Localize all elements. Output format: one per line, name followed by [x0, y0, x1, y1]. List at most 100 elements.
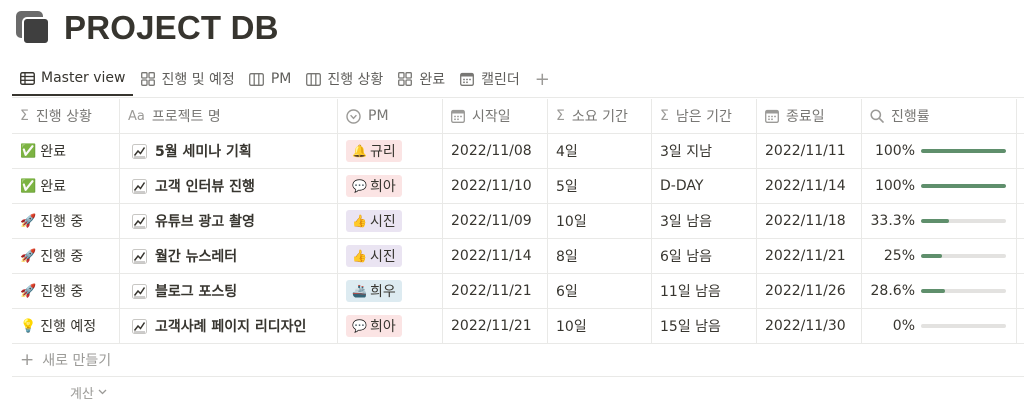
pm-cell[interactable]: 👍 시진	[338, 204, 443, 238]
progress-cell[interactable]: 100%	[862, 134, 1017, 168]
end-date-cell[interactable]: 2022/11/30	[757, 309, 862, 343]
pm-cell[interactable]: 🚢 희우	[338, 274, 443, 308]
column-header-duration[interactable]: Σ 소요 기간	[548, 99, 652, 133]
status-cell[interactable]: 💡 진행 예정	[12, 309, 120, 343]
formula-icon: Σ	[660, 108, 669, 124]
duration-cell[interactable]: 10일	[548, 309, 652, 343]
table-row[interactable]: ✅ 완료 고객 인터뷰 진행 💬 희아 2022/11/10 5일 D-DAY 2022/11/…	[12, 169, 1024, 204]
start-date-cell[interactable]: 2022/11/08	[443, 134, 548, 168]
pm-name: 희아	[369, 319, 396, 335]
pm-cell[interactable]: 💬 희아	[338, 169, 443, 203]
duration-cell[interactable]: 4일	[548, 134, 652, 168]
end-date-cell[interactable]: 2022/11/14	[757, 169, 862, 203]
progress-bar	[921, 184, 1006, 188]
duration-cell[interactable]: 6일	[548, 274, 652, 308]
project-name[interactable]: 고객사례 페이지 리디자인	[155, 316, 306, 336]
column-header-start-date[interactable]: 시작일	[443, 99, 548, 133]
project-name[interactable]: 5월 세미나 기획	[155, 141, 252, 161]
tab-progress-status[interactable]: 진행 상황	[298, 62, 390, 96]
tab-calendar[interactable]: 캘린더	[452, 62, 527, 96]
duration-cell[interactable]: 8일	[548, 239, 652, 273]
project-name[interactable]: 블로그 포스팅	[155, 281, 237, 301]
project-name[interactable]: 고객 인터뷰 진행	[155, 176, 255, 196]
remaining-cell[interactable]: 3일 남음	[652, 204, 757, 238]
status-text: 진행 중	[40, 214, 84, 230]
progress-bar	[921, 254, 1006, 258]
pm-tag[interactable]: 💬 희아	[346, 175, 402, 197]
chart-icon	[132, 248, 147, 264]
pm-tag[interactable]: 👍 시진	[346, 210, 402, 232]
database-icon[interactable]	[16, 11, 50, 45]
remaining-cell[interactable]: D-DAY	[652, 169, 757, 203]
pm-cell[interactable]: 👍 시진	[338, 239, 443, 273]
start-date-cell[interactable]: 2022/11/21	[443, 274, 548, 308]
remaining-cell[interactable]: 3일 지남	[652, 134, 757, 168]
duration-cell[interactable]: 5일	[548, 169, 652, 203]
pm-tag[interactable]: 💬 희아	[346, 315, 402, 337]
select-property-icon	[346, 108, 361, 124]
status-text: 완료	[40, 144, 66, 160]
column-header-progress[interactable]: 진행률	[862, 99, 1017, 133]
table-row[interactable]: 💡 진행 예정 고객사례 페이지 리디자인 💬 희아 2022/11/21 10일 15일 남…	[12, 309, 1024, 344]
new-row-button[interactable]: + 새로 만들기	[12, 344, 1024, 377]
project-name[interactable]: 유튜브 광고 촬영	[155, 211, 255, 231]
progress-cell[interactable]: 0%	[862, 309, 1017, 343]
calculate-label: 계산	[70, 386, 94, 402]
start-date-cell[interactable]: 2022/11/14	[443, 239, 548, 273]
progress-percent: 100%	[874, 178, 915, 194]
column-header-project-name[interactable]: Aa 프로젝트 명	[120, 99, 338, 133]
remaining-cell[interactable]: 6일 남음	[652, 239, 757, 273]
project-name-cell[interactable]: 블로그 포스팅	[120, 274, 338, 308]
remaining-cell[interactable]: 11일 남음	[652, 274, 757, 308]
remaining-cell[interactable]: 15일 남음	[652, 309, 757, 343]
column-header-end-date[interactable]: 종료일	[757, 99, 862, 133]
progress-percent: 100%	[874, 143, 915, 159]
progress-cell[interactable]: 25%	[862, 239, 1017, 273]
project-name-cell[interactable]: 월간 뉴스레터	[120, 239, 338, 273]
table-row[interactable]: 🚀 진행 중 블로그 포스팅 🚢 희우 2022/11/21 6일 11일 남음 2022/11…	[12, 274, 1024, 309]
column-header-remaining[interactable]: Σ 남은 기간	[652, 99, 757, 133]
status-cell[interactable]: ✅ 완료	[12, 169, 120, 203]
status-cell[interactable]: ✅ 완료	[12, 134, 120, 168]
pm-cell[interactable]: 🔔 규리	[338, 134, 443, 168]
duration-cell[interactable]: 10일	[548, 204, 652, 238]
add-view-icon[interactable]: +	[527, 69, 558, 90]
project-name-cell[interactable]: 유튜브 광고 촬영	[120, 204, 338, 238]
end-date-cell[interactable]: 2022/11/11	[757, 134, 862, 168]
project-name[interactable]: 월간 뉴스레터	[155, 246, 237, 266]
status-cell[interactable]: 🚀 진행 중	[12, 274, 120, 308]
pm-emoji-icon: 💬	[352, 179, 367, 193]
start-date-cell[interactable]: 2022/11/21	[443, 309, 548, 343]
progress-cell[interactable]: 28.6%	[862, 274, 1017, 308]
status-cell[interactable]: 🚀 진행 중	[12, 239, 120, 273]
project-name-cell[interactable]: 5월 세미나 기획	[120, 134, 338, 168]
pm-tag[interactable]: 🚢 희우	[346, 280, 402, 302]
pm-tag[interactable]: 🔔 규리	[346, 140, 402, 162]
status-cell[interactable]: 🚀 진행 중	[12, 204, 120, 238]
start-date-cell[interactable]: 2022/11/09	[443, 204, 548, 238]
status-emoji-icon: 🚀	[20, 283, 37, 299]
progress-cell[interactable]: 33.3%	[862, 204, 1017, 238]
tab-in-progress-planned[interactable]: 진행 및 예정	[133, 62, 242, 96]
end-date-cell[interactable]: 2022/11/26	[757, 274, 862, 308]
progress-cell[interactable]: 100%	[862, 169, 1017, 203]
column-header-pm[interactable]: PM	[338, 99, 443, 133]
table-row[interactable]: 🚀 진행 중 월간 뉴스레터 👍 시진 2022/11/14 8일 6일 남음 2022/11/…	[12, 239, 1024, 274]
start-date-cell[interactable]: 2022/11/10	[443, 169, 548, 203]
table-row[interactable]: 🚀 진행 중 유튜브 광고 촬영 👍 시진 2022/11/09 10일 3일 남음 2022/…	[12, 204, 1024, 239]
tab-pm[interactable]: PM	[242, 62, 299, 96]
table-row[interactable]: ✅ 완료 5월 세미나 기획 🔔 규리 2022/11/08 4일 3일 지남 2022/11/…	[12, 134, 1024, 169]
tab-master-view[interactable]: Master view	[12, 62, 133, 96]
project-name-cell[interactable]: 고객사례 페이지 리디자인	[120, 309, 338, 343]
page-title[interactable]: PROJECT DB	[64, 9, 279, 47]
project-name-cell[interactable]: 고객 인터뷰 진행	[120, 169, 338, 203]
column-header-status[interactable]: Σ 진행 상황	[12, 99, 120, 133]
chart-icon	[132, 178, 147, 194]
table-icon	[19, 70, 35, 86]
pm-tag[interactable]: 👍 시진	[346, 245, 402, 267]
end-date-cell[interactable]: 2022/11/18	[757, 204, 862, 238]
calculate-button[interactable]: 계산	[12, 377, 1024, 407]
tab-completed[interactable]: 완료	[390, 62, 452, 96]
pm-cell[interactable]: 💬 희아	[338, 309, 443, 343]
end-date-cell[interactable]: 2022/11/21	[757, 239, 862, 273]
